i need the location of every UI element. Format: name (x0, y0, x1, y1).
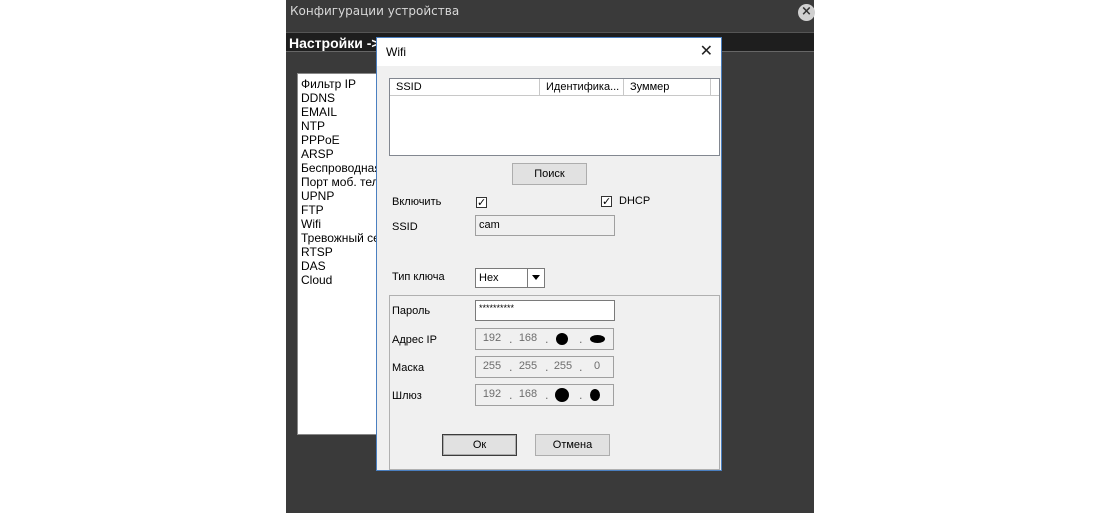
column-identifier[interactable]: Идентифика... (540, 79, 624, 96)
key-type-label: Тип ключа (392, 271, 445, 283)
close-icon[interactable]: ✕ (700, 42, 713, 60)
settings-breadcrumb[interactable]: Настройки -> (289, 35, 380, 51)
dhcp-label: DHCP (619, 195, 651, 207)
search-button[interactable]: Поиск (512, 163, 587, 185)
column-ssid[interactable]: SSID (390, 79, 540, 96)
wifi-dialog: Wifi ✕ SSID Идентифика... Зуммер Поиск В… (376, 37, 722, 471)
redaction-mark (556, 333, 568, 345)
ssid-label: SSID (392, 221, 418, 233)
mask-octet-1: 255 (482, 360, 502, 372)
redaction-mark (590, 335, 605, 343)
ssid-list[interactable]: SSID Идентифика... Зуммер (389, 78, 720, 156)
mask-octet-2: 255 (518, 360, 538, 372)
key-type-value: Hex (479, 272, 499, 284)
mask-label: Маска (392, 362, 425, 374)
ip-octet-2: 168 (518, 332, 538, 344)
cancel-button[interactable]: Отмена (535, 434, 610, 456)
redaction-mark (590, 389, 600, 401)
dhcp-checkbox[interactable]: ✓ (601, 196, 612, 207)
ok-button[interactable]: Ок (442, 434, 517, 456)
enable-checkbox[interactable]: ✓ (476, 197, 487, 208)
gateway-octet-1: 192 (482, 388, 502, 400)
dialog-title: Wifi (386, 45, 406, 59)
ssid-input[interactable]: cam (475, 215, 615, 236)
window-title: Конфигурации устройства (290, 4, 460, 18)
ip-octet-1: 192 (482, 332, 502, 344)
ip-address-field[interactable]: 192 . 168 . . (475, 328, 614, 350)
password-input[interactable]: ********** (475, 300, 615, 321)
gateway-label: Шлюз (392, 390, 422, 402)
key-type-select[interactable]: Hex (475, 268, 545, 288)
mask-field[interactable]: 255 . 255 . 255 . 0 (475, 356, 614, 378)
gateway-octet-2: 168 (518, 388, 538, 400)
column-buzzer[interactable]: Зуммер (624, 79, 711, 96)
mask-octet-3: 255 (553, 360, 573, 372)
close-icon[interactable]: × (798, 4, 815, 21)
password-label: Пароль (392, 305, 431, 317)
redaction-mark (555, 388, 569, 402)
mask-octet-4: 0 (593, 360, 601, 372)
enable-label: Включить (392, 196, 442, 208)
dialog-titlebar: Wifi ✕ (377, 38, 721, 66)
chevron-down-icon[interactable] (527, 269, 544, 287)
gateway-field[interactable]: 192 . 168 . . (475, 384, 614, 406)
ip-label: Адрес IP (392, 334, 437, 346)
ssid-list-header: SSID Идентифика... Зуммер (390, 79, 719, 96)
